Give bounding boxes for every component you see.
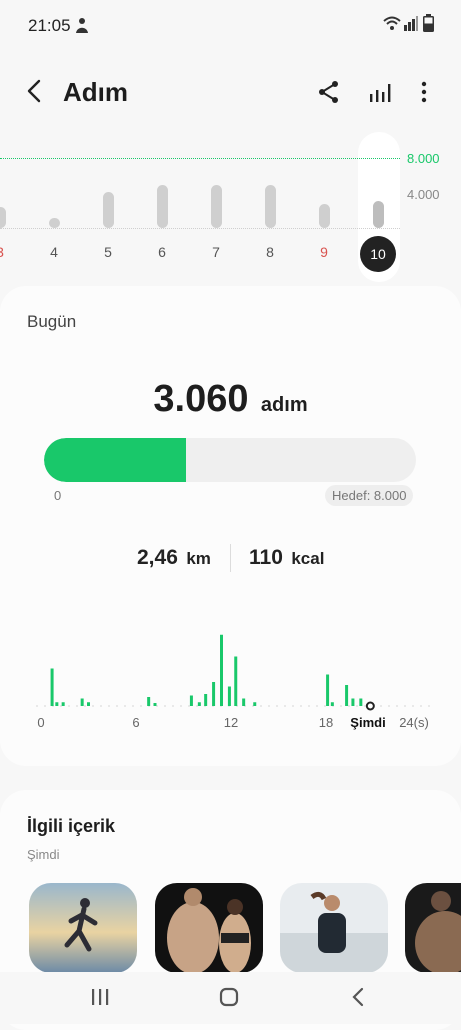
hourly-bar <box>242 698 246 706</box>
day-bar-4[interactable] <box>49 218 60 228</box>
hourly-bar <box>345 685 349 706</box>
hourly-bar <box>227 686 231 706</box>
current-time-marker <box>365 701 375 711</box>
day-label-7[interactable]: 7 <box>198 244 234 260</box>
hourly-bar <box>147 697 151 706</box>
distance-value: 2,46 <box>137 546 178 569</box>
day-label-6[interactable]: 6 <box>144 244 180 260</box>
hourly-bar <box>50 668 54 706</box>
day-label-4[interactable]: 4 <box>36 244 72 260</box>
hourly-bar <box>330 702 334 706</box>
day-bar-6[interactable] <box>157 184 168 228</box>
system-nav-bar <box>0 972 461 1024</box>
hourly-bar <box>204 694 208 706</box>
progress-start-label: 0 <box>54 488 62 503</box>
related-subtitle: Şimdi <box>27 847 60 862</box>
hourly-bar <box>55 702 59 706</box>
hourly-axis-label: 0 <box>37 715 44 730</box>
article-thumbnail-runner-beach[interactable] <box>29 883 137 973</box>
hourly-bar <box>359 698 363 706</box>
article-thumbnail-fitness-couple[interactable] <box>155 883 263 973</box>
day-label-8[interactable]: 8 <box>252 244 288 260</box>
hourly-axis-label: 24(s) <box>399 715 429 730</box>
related-title: İlgili içerik <box>27 816 116 836</box>
day-label-3[interactable]: 3 <box>0 244 18 260</box>
calories-value: 110 <box>249 546 283 569</box>
mid-axis-label: 4.000 <box>407 187 440 202</box>
hourly-bar <box>189 695 193 706</box>
goal-axis-label: 8.000 <box>407 151 440 166</box>
day-label-10[interactable]: 10 <box>360 236 396 272</box>
hourly-bar <box>326 674 330 706</box>
trends-icon[interactable] <box>366 78 394 106</box>
day-label-9[interactable]: 9 <box>306 244 342 260</box>
day-label-5[interactable]: 5 <box>90 244 126 260</box>
share-icon[interactable] <box>315 78 343 106</box>
day-bar-5[interactable] <box>103 191 114 228</box>
more-options-icon[interactable] <box>410 78 438 106</box>
day-bar-8[interactable] <box>265 184 276 228</box>
steps-progress-fill <box>44 438 187 482</box>
status-bar: 21:05 <box>0 0 461 52</box>
goal-badge: Hedef: 8.000 <box>325 485 414 506</box>
battery-icon <box>423 14 434 32</box>
steps-value: 3.060 <box>153 378 249 420</box>
day-bar-7[interactable] <box>211 184 222 228</box>
hourly-bar <box>87 702 90 706</box>
goal-line <box>0 158 400 159</box>
steps-summary: 3.060 adım <box>0 378 461 421</box>
page-title: Adım <box>63 77 128 107</box>
hourly-bar <box>220 634 223 706</box>
status-time: 21:05 <box>28 16 71 35</box>
distance-unit: km <box>186 549 211 568</box>
hourly-axis-label: Şimdi <box>350 715 385 730</box>
recent-apps-icon[interactable] <box>90 988 110 1006</box>
steps-progress-bar <box>44 438 416 482</box>
hourly-bar <box>351 698 355 706</box>
signal-icon <box>404 16 418 31</box>
weekly-steps-strip[interactable]: 8.000 4.000 3 4 5 6 7 8 9 10 <box>0 130 461 282</box>
article-thumbnail-muscle-man[interactable] <box>405 883 461 973</box>
notification-icon <box>76 18 88 33</box>
hourly-bar <box>153 703 157 706</box>
home-icon[interactable] <box>219 987 239 1007</box>
baseline <box>0 228 400 229</box>
day-bar-10[interactable] <box>373 201 384 228</box>
distance-calories-row: 2,46 km 110 kcal <box>0 544 461 574</box>
app-bar: Adım <box>0 60 461 124</box>
hourly-axis-label: 6 <box>132 715 139 730</box>
hourly-bar <box>212 682 216 706</box>
hourly-axis-label: 12 <box>224 715 238 730</box>
day-bar-3[interactable] <box>0 207 6 228</box>
steps-unit: adım <box>260 394 308 416</box>
hourly-bar <box>197 702 201 706</box>
calories-unit: kcal <box>291 549 325 568</box>
wifi-icon <box>383 16 401 30</box>
hourly-axis-label: 18 <box>319 715 333 730</box>
back-icon[interactable] <box>22 78 48 104</box>
hourly-bar <box>234 656 238 706</box>
hourly-bar <box>61 702 65 706</box>
hourly-bar <box>80 698 84 706</box>
hourly-bar <box>253 702 257 706</box>
day-bar-9[interactable] <box>319 203 330 228</box>
article-thumbnail-woman-running[interactable] <box>280 883 388 973</box>
today-section-title: Bugün <box>27 312 77 331</box>
hourly-steps-chart[interactable]: 0 6 12 18 Şimdi 24(s) <box>0 620 461 735</box>
nav-back-icon[interactable] <box>350 987 366 1007</box>
row-divider <box>230 544 231 572</box>
